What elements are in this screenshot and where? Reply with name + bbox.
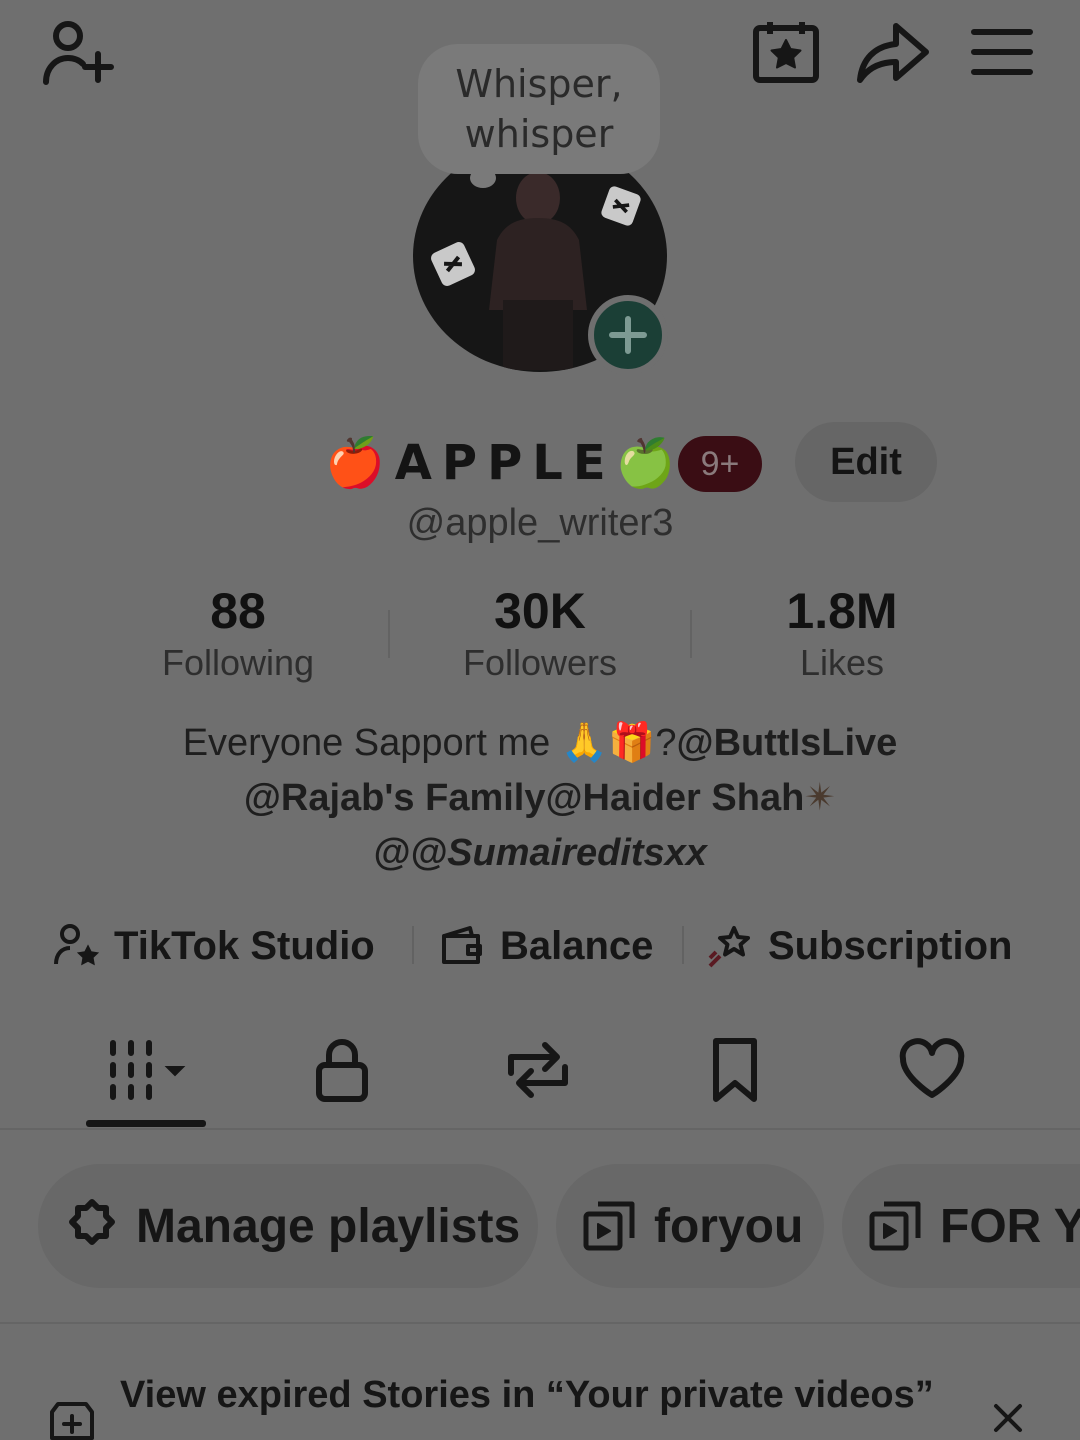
balance-link[interactable]: Balance (438, 918, 653, 974)
gear-icon (69, 1199, 115, 1245)
divider (682, 926, 684, 964)
stat-label: Following (161, 642, 315, 683)
wallet-icon (442, 926, 482, 964)
whisper-bubble[interactable]: Whisper, whisper (418, 44, 660, 188)
stat-label: Followers (462, 642, 618, 683)
tab-private[interactable] (282, 1030, 402, 1110)
quick-link-label: TikTok Studio (114, 923, 375, 968)
name-row: 🍎APPLE🍏 9+ Edit (0, 420, 1080, 504)
active-tab-indicator (86, 1120, 206, 1127)
playlist-chip-for-you[interactable]: FOR YO (842, 1164, 1080, 1288)
divider (388, 610, 390, 658)
stat-following[interactable]: 88 Following (108, 582, 368, 686)
quick-link-label: Subscription (768, 923, 1013, 968)
bio-mention[interactable]: @Rajab's Family@Haider Shah (244, 777, 804, 819)
avatar-photo-figure (489, 172, 587, 370)
sparkle-emoji: ✴ (804, 777, 837, 819)
calendar-star-icon[interactable] (752, 18, 820, 84)
bio-text: Everyone Sapport me 🙏🎁? (182, 722, 677, 764)
person-plus-icon[interactable] (40, 18, 116, 88)
whisper-text: Whisper, whisper (455, 62, 623, 156)
heart-icon (899, 1038, 965, 1098)
person-star-icon (54, 924, 100, 966)
chip-label: Manage playlists (136, 1199, 521, 1253)
manage-playlists-button[interactable]: Manage playlists (38, 1164, 538, 1288)
playlist-chip-foryou[interactable]: foryou (556, 1164, 824, 1288)
grid-dropdown-icon (110, 1040, 186, 1100)
add-story-button[interactable] (588, 295, 668, 375)
playlist-icon (583, 1201, 635, 1251)
expired-stories-banner[interactable]: View expired Stories in “Your private vi… (120, 1370, 940, 1420)
tab-reposts[interactable] (478, 1030, 598, 1110)
capcut-logo-icon (601, 186, 641, 226)
stat-likes[interactable]: 1.8M Likes (712, 582, 972, 686)
playlist-icon (869, 1201, 921, 1251)
subscription-link[interactable]: Subscription (706, 918, 1012, 974)
stat-value: 1.8M (786, 583, 898, 639)
display-name: 🍎APPLE🍏 (325, 435, 686, 491)
profile-page: Whisper, whisper 🍎APPLE🍏 9+ Edit @apple_… (0, 0, 1080, 1440)
username: @apple_writer3 (406, 502, 674, 544)
bio-mention[interactable]: @ButtIsLive (677, 722, 898, 764)
tab-divider (0, 1128, 1080, 1130)
share-arrow-icon[interactable] (856, 20, 930, 84)
chip-label: FOR YO (940, 1199, 1080, 1253)
bookmark-icon (713, 1038, 757, 1102)
tab-favorites[interactable] (675, 1030, 795, 1110)
stat-value: 88 (210, 583, 266, 639)
tab-liked[interactable] (872, 1030, 992, 1110)
stat-followers[interactable]: 30K Followers (410, 582, 670, 686)
bio-mention[interactable]: @@Sumaireditsxx (373, 832, 707, 874)
tiktok-studio-link[interactable]: TikTok Studio (52, 918, 375, 974)
divider (412, 926, 414, 964)
capcut-logo-icon (431, 242, 475, 286)
chip-label: foryou (654, 1199, 804, 1253)
quick-link-label: Balance (500, 923, 654, 968)
edit-profile-button[interactable]: Edit (795, 422, 937, 502)
close-icon[interactable] (990, 1400, 1026, 1436)
tab-videos[interactable] (86, 1030, 206, 1110)
star-shooting-icon (708, 926, 750, 968)
repost-icon (508, 1042, 568, 1098)
story-plus-icon (50, 1402, 94, 1440)
section-divider (0, 1322, 1080, 1324)
hamburger-menu-icon[interactable] (970, 26, 1034, 78)
divider (690, 610, 692, 658)
lock-icon (316, 1039, 368, 1102)
notification-badge[interactable]: 9+ (678, 436, 762, 492)
stat-value: 30K (494, 583, 586, 639)
bio[interactable]: Everyone Sapport me 🙏🎁?@ButtIsLive @Raja… (90, 716, 990, 881)
stat-label: Likes (799, 642, 885, 683)
plus-icon (609, 316, 647, 354)
